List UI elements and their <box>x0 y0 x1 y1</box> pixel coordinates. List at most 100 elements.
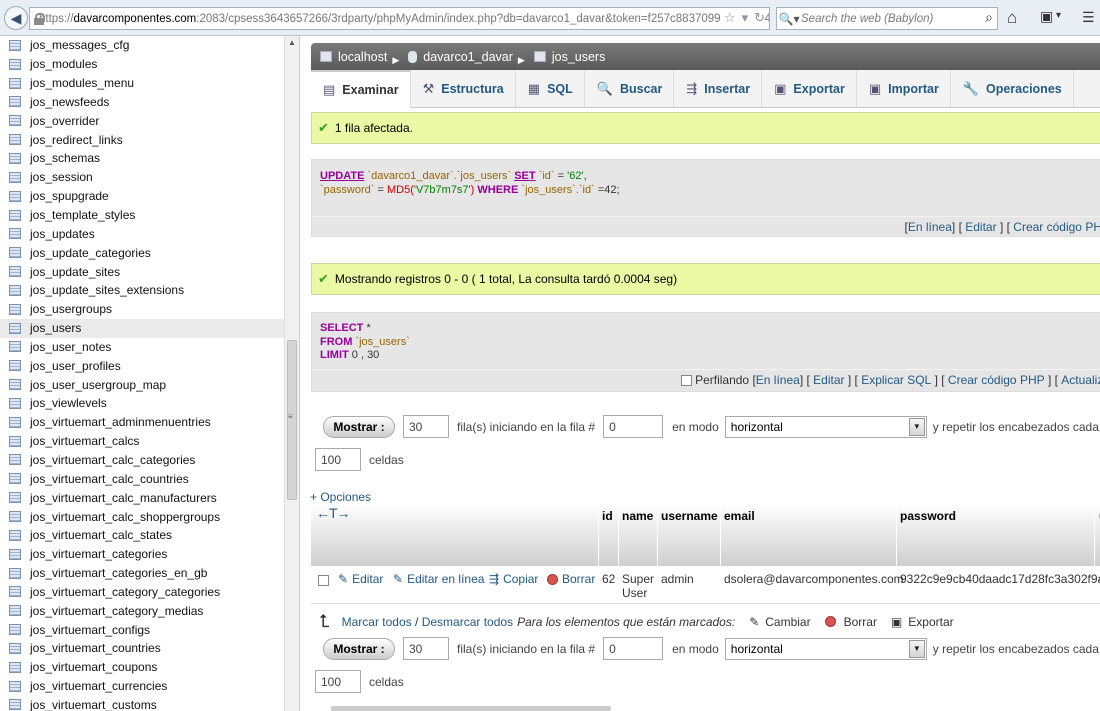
tab-examinar[interactable]: ▤ Examinar <box>311 70 411 108</box>
tab-estructura[interactable]: ⚒ Estructura <box>411 70 516 108</box>
sql-keyword[interactable]: UPDATE <box>320 170 364 182</box>
create-php-link[interactable]: Crear código PHP <box>1013 220 1100 234</box>
sidebar-table-item[interactable]: jos_modules_menu <box>0 74 284 93</box>
sidebar-table-item[interactable]: jos_virtuemart_customs <box>0 696 284 711</box>
sidebar-table-item[interactable]: jos_virtuemart_calc_shoppergroups <box>0 507 284 526</box>
edit-link[interactable]: Editar <box>813 373 844 387</box>
table-icon[interactable] <box>9 529 21 541</box>
sidebar-table-item[interactable]: jos_virtuemart_calc_states <box>0 526 284 545</box>
table-icon[interactable] <box>9 680 21 692</box>
sidebar-table-item[interactable]: jos_viewlevels <box>0 394 284 413</box>
sidebar-table-item[interactable]: jos_virtuemart_countries <box>0 639 284 658</box>
table-icon[interactable] <box>9 322 21 334</box>
table-icon[interactable] <box>9 567 21 579</box>
table-icon[interactable] <box>9 266 21 278</box>
tab-sql[interactable]: ▦ SQL <box>516 70 585 108</box>
edit-link[interactable]: Editar <box>965 220 996 234</box>
sidebar-table-item[interactable]: jos_user_notes <box>0 338 284 357</box>
table-icon[interactable] <box>9 303 21 315</box>
table-icon[interactable] <box>9 661 21 673</box>
start-row-input[interactable]: 0 <box>603 415 664 438</box>
back-button[interactable]: ◀ <box>4 6 28 30</box>
table-icon[interactable] <box>9 96 21 108</box>
sidebar-table-item[interactable]: jos_modules <box>0 55 284 74</box>
table-icon[interactable] <box>9 190 21 202</box>
table-icon[interactable] <box>9 605 21 617</box>
table-icon[interactable] <box>9 548 21 560</box>
sidebar-table-item[interactable]: jos_session <box>0 168 284 187</box>
profiling-checkbox[interactable] <box>681 374 693 386</box>
inline-edit-link[interactable]: En línea <box>756 373 800 387</box>
mode-select[interactable]: horizontal ▼ <box>724 637 927 660</box>
chevron-down-icon[interactable]: ▾ <box>1056 10 1061 21</box>
tab-operaciones[interactable]: 🔧 Operaciones <box>951 70 1074 108</box>
options-link[interactable]: + Opciones <box>310 490 371 504</box>
address-bar[interactable]: https://davarcomponentes.com:2083/cpsess… <box>29 7 770 30</box>
sidebar-table-item[interactable]: jos_messages_cfg <box>0 36 284 55</box>
repeat-cells-input[interactable]: 100 <box>315 448 361 471</box>
sidebar-table-item[interactable]: jos_updates <box>0 224 284 243</box>
table-icon[interactable] <box>9 473 21 485</box>
sidebar-table-item[interactable]: jos_user_usergroup_map <box>0 375 284 394</box>
sidebar-table-item[interactable]: jos_virtuemart_category_medias <box>0 601 284 620</box>
table-icon[interactable] <box>9 492 21 504</box>
table-icon[interactable] <box>9 39 21 51</box>
rows-input[interactable]: 30 <box>403 415 449 438</box>
sidebar-table-item[interactable]: jos_virtuemart_calc_manufacturers <box>0 488 284 507</box>
horizontal-scrollbar[interactable] <box>331 706 611 711</box>
sidebar-table-item[interactable]: jos_update_categories <box>0 243 284 262</box>
table-icon[interactable] <box>9 699 21 711</box>
tab-importar[interactable]: ▣ Importar <box>857 70 951 108</box>
row-inline-edit-button[interactable]: ✎ Editar en línea <box>393 572 484 586</box>
mode-select[interactable]: horizontal ▼ <box>724 415 927 438</box>
table-icon[interactable] <box>9 416 21 428</box>
tab-buscar[interactable]: 🔍 Buscar <box>585 70 675 108</box>
navigation-scrollbar[interactable]: ▲ ≡ <box>284 36 299 711</box>
sidebar-table-item[interactable]: jos_virtuemart_calc_countries <box>0 469 284 488</box>
table-icon[interactable] <box>9 247 21 259</box>
sidebar-table-item[interactable]: jos_virtuemart_adminmenuentries <box>0 413 284 432</box>
repeat-cells-input[interactable]: 100 <box>315 670 361 693</box>
table-icon[interactable] <box>9 115 21 127</box>
table-icon[interactable] <box>9 454 21 466</box>
table-icon[interactable] <box>9 511 21 523</box>
inline-edit-link[interactable]: En línea <box>908 220 952 234</box>
column-header-name[interactable]: name <box>622 509 653 523</box>
table-icon[interactable] <box>9 171 21 183</box>
show-button[interactable]: Mostrar : <box>323 637 395 660</box>
table-icon[interactable] <box>9 77 21 89</box>
row-checkbox[interactable] <box>318 575 329 586</box>
create-php-link[interactable]: Crear código PHP <box>948 373 1045 387</box>
sidebar-table-item[interactable]: jos_virtuemart_currencies <box>0 677 284 696</box>
sql-keyword[interactable]: SELECT <box>320 322 363 334</box>
check-all-link[interactable]: Marcar todos <box>342 615 412 629</box>
uncheck-all-link[interactable]: Desmarcar todos <box>422 615 513 629</box>
delete-selected-button[interactable]: Borrar <box>824 615 877 629</box>
table-icon[interactable] <box>9 379 21 391</box>
table-icon[interactable] <box>9 134 21 146</box>
sidebar-table-item[interactable]: jos_virtuemart_calcs <box>0 432 284 451</box>
refresh-link[interactable]: Actualiza <box>1061 373 1100 387</box>
column-header-email[interactable]: email <box>724 509 755 523</box>
table-icon[interactable] <box>9 341 21 353</box>
tab-exportar[interactable]: ▣ Exportar <box>762 70 857 108</box>
sidebar-table-item[interactable]: jos_virtuemart_calc_categories <box>0 451 284 470</box>
sidebar-table-item[interactable]: jos_usergroups <box>0 300 284 319</box>
sidebar-table-item[interactable]: jos_virtuemart_categories_en_gb <box>0 564 284 583</box>
reload-icon[interactable]: ↻ <box>754 10 765 26</box>
table-icon[interactable] <box>9 284 21 296</box>
sidebar-table-item[interactable]: jos_newsfeeds <box>0 93 284 112</box>
search-engine-icon[interactable]: 🔍▾ <box>777 12 801 26</box>
table-icon[interactable] <box>9 360 21 372</box>
table-icon[interactable] <box>9 642 21 654</box>
table-icon[interactable] <box>9 209 21 221</box>
column-arrows-icon[interactable]: ←T→ <box>316 505 351 521</box>
export-selected-button[interactable]: ▣ Exportar <box>891 615 954 629</box>
row-copy-button[interactable]: ⇶ Copiar <box>489 572 538 586</box>
column-header-password[interactable]: password <box>900 509 956 523</box>
sidebar-table-item[interactable]: jos_spupgrade <box>0 187 284 206</box>
table-icon[interactable] <box>9 435 21 447</box>
row-edit-button[interactable]: ✎ Editar <box>338 572 383 586</box>
sidebar-table-item[interactable]: jos_redirect_links <box>0 130 284 149</box>
star-bookmark-icon[interactable]: ☆ <box>724 10 736 26</box>
